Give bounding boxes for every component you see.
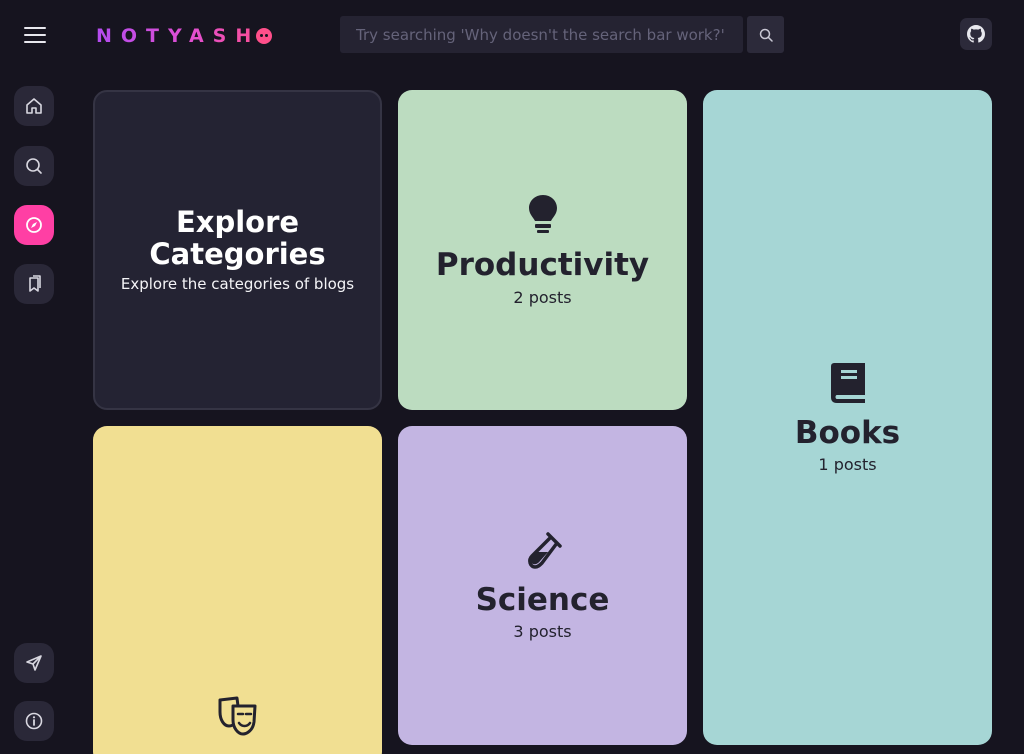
bookmarks-icon — [29, 275, 41, 292]
search-icon — [759, 28, 773, 42]
explore-categories-card: Explore Categories Explore the categorie… — [93, 90, 382, 410]
category-card-science[interactable]: Science 3 posts — [398, 426, 687, 745]
explore-title: Explore Categories — [149, 205, 326, 271]
logo-face-icon — [256, 28, 273, 44]
sidebar-explore-button[interactable] — [14, 205, 54, 245]
category-card-entertainment[interactable] — [93, 426, 382, 754]
send-icon — [26, 655, 42, 671]
test-tube-icon — [527, 531, 562, 569]
category-card-productivity[interactable]: Productivity 2 posts — [398, 90, 687, 410]
lightbulb-icon — [528, 195, 557, 234]
category-name: Science — [475, 581, 610, 618]
category-post-count: 3 posts — [513, 622, 572, 642]
book-icon — [830, 362, 865, 403]
logo[interactable]: NOTYASH — [96, 22, 273, 50]
sidebar-home-button[interactable] — [14, 86, 54, 126]
compass-icon — [26, 217, 42, 233]
menu-button[interactable] — [22, 22, 48, 48]
sidebar-send-button[interactable] — [14, 643, 54, 683]
category-card-books[interactable]: Books 1 posts — [703, 90, 992, 745]
logo-text: NOTYASH — [96, 25, 261, 47]
hamburger-menu-icon — [24, 27, 46, 43]
search-input[interactable] — [340, 16, 743, 53]
sidebar-bookmarks-button[interactable] — [14, 264, 54, 304]
sidebar-search-button[interactable] — [14, 146, 54, 186]
info-icon — [25, 712, 43, 730]
home-icon — [26, 98, 42, 114]
search-button[interactable] — [747, 16, 784, 53]
category-name: Books — [794, 414, 901, 451]
theater-masks-icon — [218, 696, 256, 736]
search-icon — [26, 158, 42, 174]
category-post-count: 1 posts — [818, 455, 877, 475]
explore-subtitle: Explore the categories of blogs — [120, 274, 355, 293]
category-name: Productivity — [435, 247, 650, 284]
github-button[interactable] — [960, 18, 992, 50]
category-post-count: 2 posts — [513, 287, 572, 307]
github-icon — [967, 25, 985, 43]
sidebar-info-button[interactable] — [14, 701, 54, 741]
